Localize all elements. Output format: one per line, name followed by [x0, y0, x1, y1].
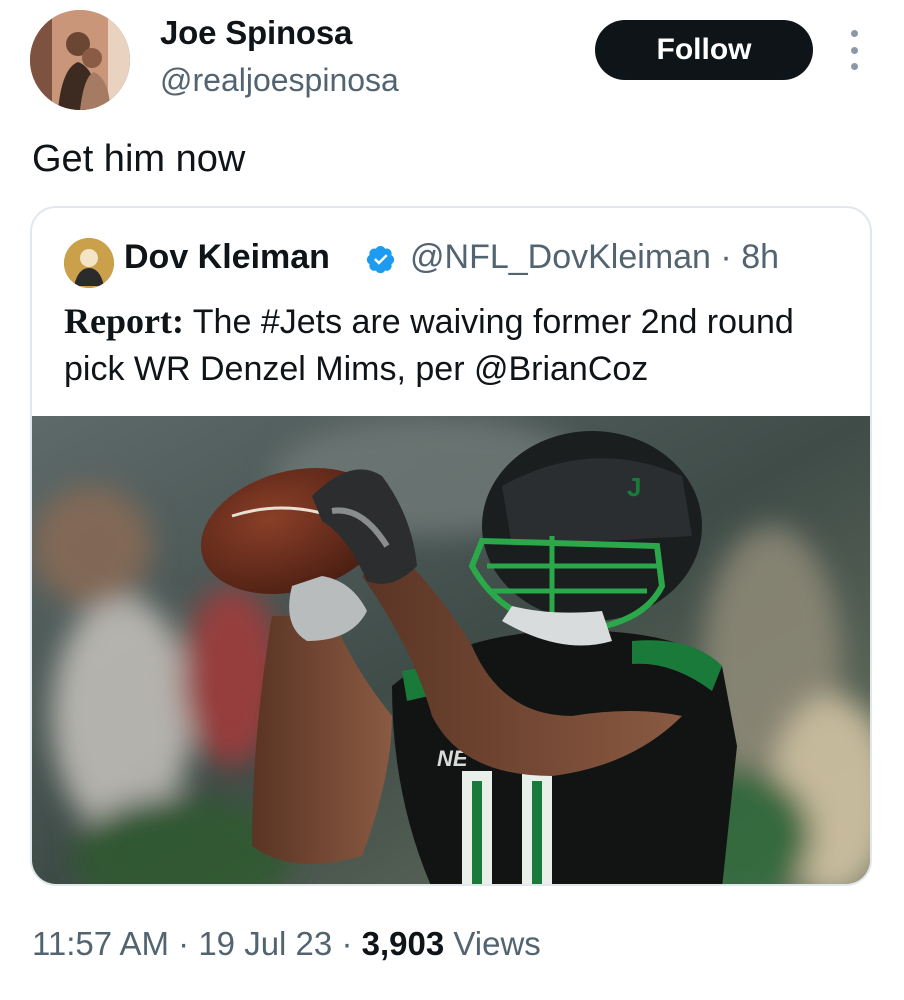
quoted-author-avatar [64, 238, 114, 288]
football-player-photo: NE J [32, 416, 870, 884]
views-label: Views [453, 925, 541, 962]
verified-badge-icon [366, 246, 395, 274]
meta-separator: · [720, 238, 732, 276]
tweet-text: Get him now [32, 138, 246, 180]
author-handle[interactable]: @realjoespinosa [160, 62, 399, 99]
tweet-timestamp[interactable]: 11:57 AM · 19 Jul 23 · 3,903 Views [32, 925, 541, 963]
author-avatar[interactable] [30, 10, 130, 110]
more-options-icon[interactable] [843, 30, 865, 70]
tweet-page: Joe Spinosa @realjoespinosa Follow Get h… [0, 0, 904, 1000]
avatar-photo [30, 10, 130, 110]
quoted-meta: @NFL_DovKleiman · 8h [410, 238, 779, 277]
quoted-tweet-text: Report: The #Jets are waiving former 2nd… [64, 298, 854, 393]
quoted-age: 8h [741, 238, 780, 276]
time: 11:57 AM [32, 925, 169, 962]
report-label: Report: [64, 301, 184, 341]
quoted-author-handle: @NFL_DovKleiman [410, 238, 711, 276]
quoted-tweet-card[interactable]: Dov Kleiman @NFL_DovKleiman · 8h Report:… [30, 206, 872, 886]
follow-button[interactable]: Follow [595, 20, 813, 80]
quoted-author-name: Dov Kleiman [124, 238, 330, 276]
date: 19 Jul 23 [198, 925, 333, 962]
views-count: 3,903 [361, 925, 445, 962]
dot-separator: · [341, 925, 353, 962]
dot-separator: · [178, 925, 190, 962]
quoted-tweet-image[interactable]: NE J [32, 416, 870, 884]
svg-text:J: J [627, 472, 641, 502]
author-name[interactable]: Joe Spinosa [160, 14, 352, 52]
